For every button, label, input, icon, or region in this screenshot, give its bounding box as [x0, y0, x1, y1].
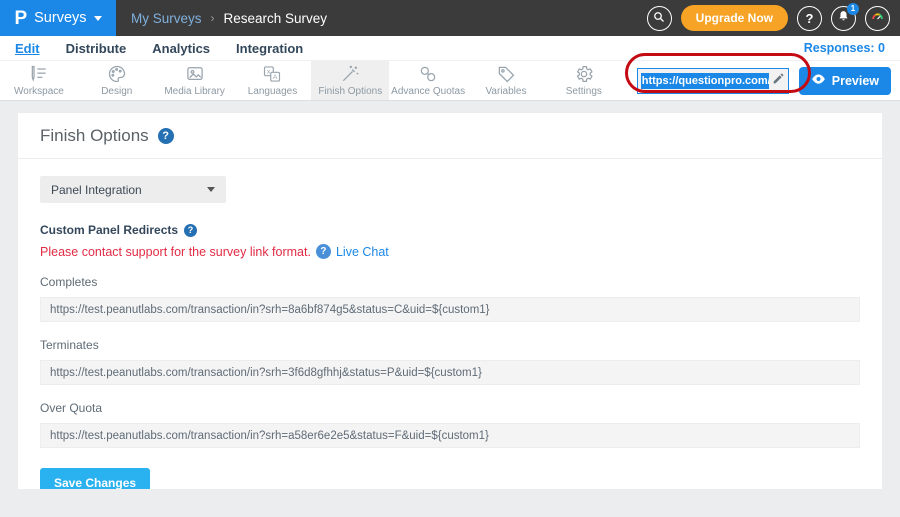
terminates-url-input[interactable]: https://test.peanutlabs.com/transaction/… [40, 360, 860, 385]
completes-label: Completes [40, 275, 860, 289]
dropdown-selected-value: Panel Integration [51, 183, 142, 197]
survey-url-wrap: https://questionpro.com/t/A [637, 61, 789, 100]
chain-links-icon [418, 64, 438, 84]
translate-icon: xA [262, 64, 282, 84]
completes-url-input[interactable]: https://test.peanutlabs.com/transaction/… [40, 297, 860, 322]
save-changes-button[interactable]: Save Changes [40, 468, 150, 489]
upgrade-now-button[interactable]: Upgrade Now [681, 5, 788, 31]
support-notice-row: Please contact support for the survey li… [40, 244, 860, 259]
edit-toolbar: Workspace Design Media Library xA Langua… [0, 61, 900, 101]
toolbar-tab-finish-options[interactable]: Finish Options [311, 61, 389, 100]
gear-icon [574, 64, 594, 84]
preview-button[interactable]: Preview [799, 67, 891, 95]
eye-icon [811, 73, 826, 88]
finish-options-card: Finish Options ? Panel Integration Custo… [18, 113, 882, 489]
over-quota-field-group: Over Quota https://test.peanutlabs.com/t… [40, 401, 860, 448]
survey-url-selected-text: https://questionpro.com/t/A [641, 73, 769, 89]
responses-count: Responses: 0 [804, 41, 885, 55]
toolbar-tab-variables[interactable]: Variables [467, 61, 545, 100]
toolbar-tab-advance-quotas[interactable]: Advance Quotas [389, 61, 467, 100]
terminates-label: Terminates [40, 338, 860, 352]
breadcrumb-my-surveys[interactable]: My Surveys [131, 11, 202, 26]
toolbar-tab-workspace[interactable]: Workspace [0, 61, 78, 100]
tag-icon [496, 64, 516, 84]
panel-integration-dropdown[interactable]: Panel Integration [40, 176, 226, 203]
toolbar-tab-settings[interactable]: Settings [545, 61, 623, 100]
support-notice: Please contact support for the survey li… [40, 245, 311, 259]
toolbar-tab-design[interactable]: Design [78, 61, 156, 100]
live-chat-link[interactable]: Live Chat [336, 245, 389, 259]
question-mark-icon: ? [806, 11, 814, 26]
tab-analytics[interactable]: Analytics [152, 41, 210, 56]
workspace-icon [29, 64, 49, 84]
product-name: Surveys [34, 10, 86, 26]
product-switcher[interactable]: P Surveys [0, 0, 116, 36]
svg-text:A: A [273, 74, 278, 81]
account-menu-button[interactable] [865, 6, 890, 31]
card-body: Panel Integration Custom Panel Redirects… [18, 159, 882, 489]
breadcrumb: My Surveys › Research Survey [131, 11, 327, 26]
tab-distribute[interactable]: Distribute [66, 41, 127, 56]
over-quota-label: Over Quota [40, 401, 860, 415]
search-icon [653, 11, 665, 26]
survey-nav: Edit Distribute Analytics Integration Re… [0, 36, 900, 61]
magic-wand-icon [340, 64, 360, 84]
finish-options-help-icon[interactable]: ? [158, 128, 174, 144]
redirects-help-icon[interactable]: ? [184, 224, 197, 237]
chevron-down-icon [94, 16, 102, 21]
notification-badge: 1 [847, 3, 859, 15]
terminates-field-group: Terminates https://test.peanutlabs.com/t… [40, 338, 860, 385]
over-quota-url-input[interactable]: https://test.peanutlabs.com/transaction/… [40, 423, 860, 448]
toolbar-tab-media-library[interactable]: Media Library [156, 61, 234, 100]
live-chat-help-icon[interactable]: ? [316, 244, 331, 259]
image-icon [185, 64, 205, 84]
tab-edit[interactable]: Edit [15, 41, 40, 56]
custom-panel-redirects-heading: Custom Panel Redirects ? [40, 223, 860, 237]
preview-label: Preview [832, 74, 879, 88]
gauge-avatar-icon [870, 9, 885, 27]
breadcrumb-separator: › [211, 11, 215, 25]
questionpro-logo-icon: P [14, 9, 27, 28]
survey-url-input[interactable]: https://questionpro.com/t/A [637, 68, 789, 94]
page-title: Finish Options [40, 126, 149, 146]
chevron-down-icon [207, 187, 215, 192]
search-button[interactable] [647, 6, 672, 31]
tab-integration[interactable]: Integration [236, 41, 303, 56]
toolbar-tab-languages[interactable]: xA Languages [234, 61, 312, 100]
notifications-button[interactable]: 1 [831, 6, 856, 31]
edit-pencil-icon[interactable] [772, 72, 785, 90]
page-content: Finish Options ? Panel Integration Custo… [0, 101, 900, 489]
header-actions: Upgrade Now ? 1 [647, 5, 900, 31]
help-button[interactable]: ? [797, 6, 822, 31]
top-header: P Surveys My Surveys › Research Survey U… [0, 0, 900, 36]
card-header: Finish Options ? [18, 113, 882, 159]
completes-field-group: Completes https://test.peanutlabs.com/tr… [40, 275, 860, 322]
breadcrumb-survey-name: Research Survey [224, 11, 328, 26]
palette-icon [107, 64, 127, 84]
